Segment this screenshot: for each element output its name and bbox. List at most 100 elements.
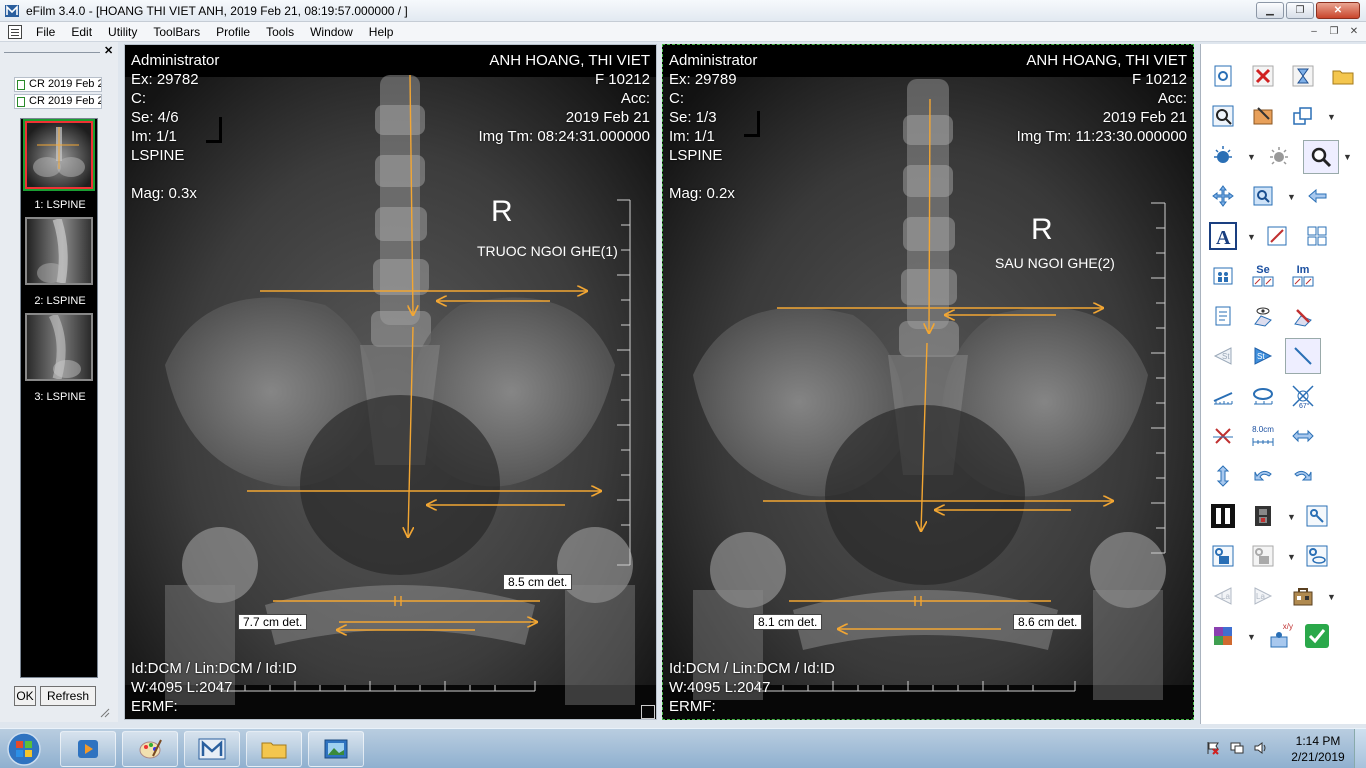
edit-icon[interactable] [1249,102,1277,130]
xy-coordinate-icon[interactable]: x/y [1265,622,1293,650]
undo-icon[interactable] [1249,462,1277,490]
menu-edit[interactable]: Edit [63,22,100,42]
viewport-corner-icon[interactable] [641,705,655,719]
hourglass-icon[interactable] [1289,62,1317,90]
chevron-down-icon[interactable]: ▼ [1247,152,1256,162]
paint-taskbar-button[interactable] [122,731,178,767]
view-icon[interactable] [1249,302,1277,330]
series-thumbnail[interactable] [25,121,93,189]
image-annotation[interactable]: TRUOC NGOI GHE(1) [477,243,618,259]
volume-icon[interactable] [1254,741,1268,755]
ellipse-icon[interactable] [1249,382,1277,410]
patients-icon[interactable] [1209,262,1237,290]
redo-icon[interactable] [1289,462,1317,490]
ok-check-icon[interactable] [1303,622,1331,650]
restore-button[interactable]: ❐ [1286,2,1314,19]
ruler-icon[interactable] [1209,382,1237,410]
menu-help[interactable]: Help [361,22,402,42]
study-tab[interactable]: CR 2019 Feb 2 [14,94,102,109]
refresh-button[interactable]: Refresh [40,686,96,706]
search-icon[interactable] [1209,102,1237,130]
close-button[interactable]: ✕ [1316,2,1360,19]
delete-icon[interactable] [1249,62,1277,90]
magnify-icon[interactable] [1303,140,1339,174]
chevron-down-icon[interactable]: ▼ [1247,632,1256,642]
next-study-icon[interactable]: St [1249,342,1277,370]
network-icon[interactable] [1230,741,1244,755]
explorer-taskbar-button[interactable] [246,731,302,767]
menu-window[interactable]: Window [302,22,361,42]
back-arrow-icon[interactable] [1303,182,1331,210]
plugin-icon[interactable] [1209,622,1237,650]
angle-icon[interactable]: 67° [1289,382,1317,410]
chevron-down-icon[interactable]: ▼ [1343,152,1352,162]
resize-grip-icon[interactable] [98,706,110,718]
system-clock[interactable]: 1:14 PM 2/21/2019 [1286,733,1350,765]
measurement-label[interactable]: 7.7 cm det. [238,614,308,630]
menu-toolbars[interactable]: ToolBars [145,22,208,42]
photo-viewer-taskbar-button[interactable] [308,731,364,767]
open-folder-icon[interactable] [1329,62,1357,90]
toolbox-icon[interactable] [1289,582,1317,610]
text-icon[interactable]: A [1209,222,1237,250]
film-icon[interactable] [1249,502,1277,530]
new-study-icon[interactable] [1209,62,1237,90]
series-thumbnail[interactable] [25,217,93,285]
save-icon[interactable] [1209,542,1237,570]
menu-profile[interactable]: Profile [208,22,258,42]
menu-tools[interactable]: Tools [258,22,302,42]
line-icon[interactable] [1285,338,1321,374]
annotate-icon[interactable] [1263,222,1291,250]
prev-study-icon[interactable]: St [1209,342,1237,370]
chevron-down-icon[interactable]: ▼ [1327,112,1336,122]
brightness-icon[interactable] [1209,142,1237,170]
distance-icon[interactable]: 8.0cm [1249,422,1277,450]
series-thumbnail[interactable] [25,313,93,381]
key-icon[interactable] [1303,502,1331,530]
image-viewport-1[interactable]: Administrator Ex: 29782 C: Se: 4/6 Im: 1… [124,44,657,720]
delete-measure-icon[interactable] [1209,422,1237,450]
flip-horizontal-icon[interactable] [1289,422,1317,450]
ok-button[interactable]: OK [14,686,36,706]
chevron-down-icon[interactable]: ▼ [1327,592,1336,602]
viewer-icon[interactable] [1303,542,1331,570]
measurement-label[interactable]: 8.1 cm det. [753,614,823,630]
series-layout-icon[interactable]: Se [1249,262,1277,290]
report-icon[interactable] [1209,302,1237,330]
close-icon[interactable]: ✕ [104,44,113,57]
start-button-icon[interactable] [4,730,44,768]
minimize-button[interactable]: ▁ [1256,2,1284,19]
image-layout-icon[interactable]: Im [1289,262,1317,290]
image-viewport-2[interactable]: Administrator Ex: 29789 C: Se: 1/3 Im: 1… [662,44,1194,720]
measurement-label[interactable]: 8.6 cm det. [1013,614,1083,630]
menu-file[interactable]: File [28,22,63,42]
next-label-icon[interactable]: La [1249,582,1277,610]
mdi-close-button[interactable]: ✕ [1346,24,1362,39]
study-tab[interactable]: CR 2019 Feb 2 [14,77,102,92]
mdi-restore-button[interactable]: ❐ [1326,24,1342,39]
document-icon[interactable] [8,24,22,39]
efilm-taskbar-button[interactable] [184,731,240,767]
pen-icon[interactable] [1289,302,1317,330]
flip-vertical-icon[interactable] [1209,462,1237,490]
chevron-down-icon[interactable]: ▼ [1287,552,1296,562]
zoom-icon[interactable] [1249,182,1277,210]
series-label[interactable]: 1: LSPINE [21,199,99,211]
action-center-icon[interactable] [1206,741,1220,755]
chevron-down-icon[interactable]: ▼ [1287,192,1296,202]
pan-icon[interactable] [1209,182,1237,210]
prev-label-icon[interactable]: La [1209,582,1237,610]
mdi-minimize-button[interactable]: – [1306,24,1322,39]
chevron-down-icon[interactable]: ▼ [1247,232,1256,242]
export-icon[interactable] [1249,542,1277,570]
layout-icon[interactable] [1289,102,1317,130]
grid-layout-icon[interactable] [1303,222,1331,250]
media-player-taskbar-button[interactable] [60,731,116,767]
show-desktop-button[interactable] [1354,729,1366,768]
contrast-icon[interactable] [1265,142,1293,170]
menu-utility[interactable]: Utility [100,22,145,42]
measurement-label[interactable]: 8.5 cm det. [503,574,573,590]
series-label[interactable]: 2: LSPINE [21,295,99,307]
pause-icon[interactable] [1209,502,1237,530]
image-annotation[interactable]: SAU NGOI GHE(2) [995,255,1115,271]
